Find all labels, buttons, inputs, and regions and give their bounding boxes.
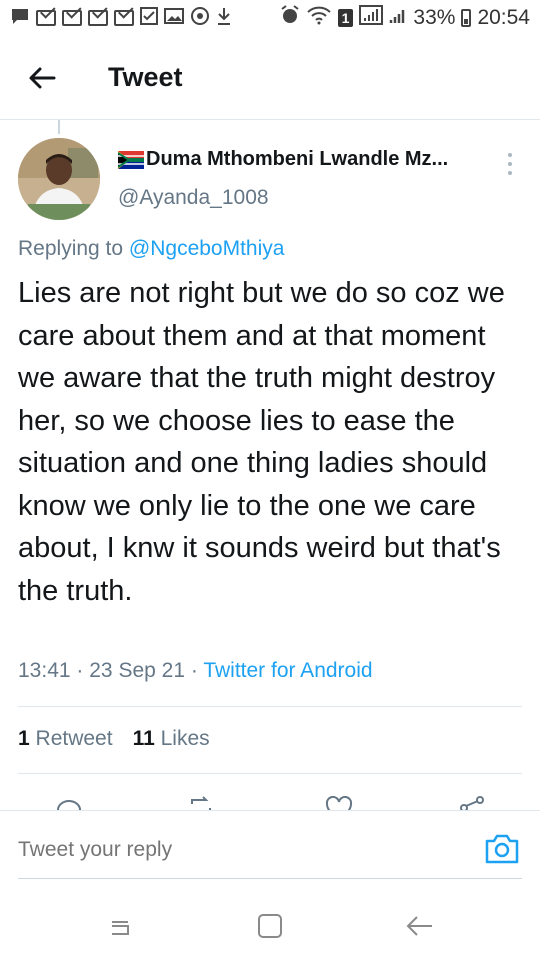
mail-icon bbox=[88, 10, 108, 26]
author-name-row[interactable]: Duma Mthombeni Lwandle Mz... bbox=[118, 148, 488, 171]
camera-icon bbox=[485, 834, 519, 864]
mail-icon bbox=[62, 10, 82, 26]
battery-percentage: 33% bbox=[413, 6, 456, 29]
back-arrow-icon bbox=[406, 916, 432, 936]
retweet-count: 1 bbox=[18, 727, 30, 750]
retweets-stat[interactable]: 1 Retweet bbox=[18, 727, 113, 751]
notification-badge: 1 bbox=[337, 9, 354, 27]
retweet-button[interactable] bbox=[186, 796, 216, 810]
status-bar: 1 33% 20:54 bbox=[0, 0, 540, 36]
likes-stat[interactable]: 11 Likes bbox=[133, 727, 210, 751]
download-icon bbox=[216, 6, 232, 31]
reply-bar bbox=[0, 810, 540, 880]
chat-icon bbox=[10, 7, 30, 30]
thread-line bbox=[58, 120, 60, 134]
system-back-button[interactable] bbox=[404, 910, 436, 942]
checkbox-icon bbox=[140, 6, 158, 30]
share-button[interactable] bbox=[456, 796, 486, 810]
meta-separator: · bbox=[190, 659, 198, 682]
recent-apps-icon bbox=[112, 921, 129, 935]
likes-label: Likes bbox=[160, 727, 210, 750]
sync-icon bbox=[190, 6, 210, 31]
tweet-source-link[interactable]: Twitter for Android bbox=[203, 659, 372, 682]
system-nav-bar bbox=[0, 882, 540, 960]
sim-signal-icon bbox=[359, 5, 384, 31]
tweet-meta: 13:41 · 23 Sep 21 · Twitter for Android bbox=[18, 659, 373, 683]
tweet-actions bbox=[0, 790, 540, 810]
system-indicators: 1 33% 20:54 bbox=[280, 5, 530, 31]
battery-icon bbox=[461, 9, 472, 27]
wifi-icon bbox=[306, 5, 332, 31]
divider bbox=[18, 773, 522, 774]
notification-icons bbox=[10, 6, 232, 31]
south-africa-flag-icon bbox=[118, 150, 144, 169]
mail-icon bbox=[114, 10, 134, 26]
home-icon bbox=[258, 914, 282, 938]
recent-apps-button[interactable] bbox=[104, 910, 136, 942]
share-icon bbox=[460, 796, 484, 810]
camera-button[interactable] bbox=[484, 833, 520, 865]
like-button[interactable] bbox=[324, 795, 354, 810]
author-display-name: Duma Mthombeni Lwandle Mz... bbox=[146, 148, 449, 170]
reply-icon bbox=[57, 800, 81, 810]
tweet-stats: 1 Retweet 11 Likes bbox=[18, 727, 210, 751]
signal-icon bbox=[389, 6, 407, 30]
meta-separator: · bbox=[76, 659, 84, 682]
retweet-label: Retweet bbox=[35, 727, 113, 750]
page-title: Tweet bbox=[108, 62, 183, 92]
more-options-button[interactable] bbox=[500, 150, 520, 178]
tweet-text: Lies are not right but we do so coz we c… bbox=[18, 277, 505, 607]
clock: 20:54 bbox=[477, 6, 530, 29]
replying-prefix: Replying to bbox=[18, 237, 124, 260]
author-handle: @Ayanda_1008 bbox=[118, 186, 269, 209]
mail-icon bbox=[36, 10, 56, 26]
arrow-left-icon bbox=[29, 67, 56, 88]
replying-to: Replying to @NgceboMthiya bbox=[18, 237, 284, 261]
home-button[interactable] bbox=[254, 910, 286, 942]
more-dot bbox=[508, 162, 512, 166]
reply-input[interactable] bbox=[18, 838, 458, 862]
back-button[interactable] bbox=[20, 56, 64, 100]
retweet-icon bbox=[191, 796, 211, 810]
image-icon bbox=[164, 7, 184, 30]
tweet-header: Tweet bbox=[0, 36, 540, 120]
heart-icon bbox=[325, 795, 353, 810]
reply-underline bbox=[18, 878, 522, 879]
divider bbox=[18, 706, 522, 707]
likes-count: 11 bbox=[132, 727, 155, 750]
alarm-icon bbox=[280, 5, 300, 31]
tweet-time: 13:41 bbox=[18, 659, 71, 682]
avatar[interactable] bbox=[18, 138, 100, 220]
more-vertical-icon bbox=[508, 153, 512, 157]
replying-to-link[interactable]: @NgceboMthiya bbox=[129, 237, 285, 260]
more-dot bbox=[508, 171, 512, 175]
reply-button[interactable] bbox=[54, 796, 84, 810]
tweet-date: 23 Sep 21 bbox=[89, 659, 186, 682]
